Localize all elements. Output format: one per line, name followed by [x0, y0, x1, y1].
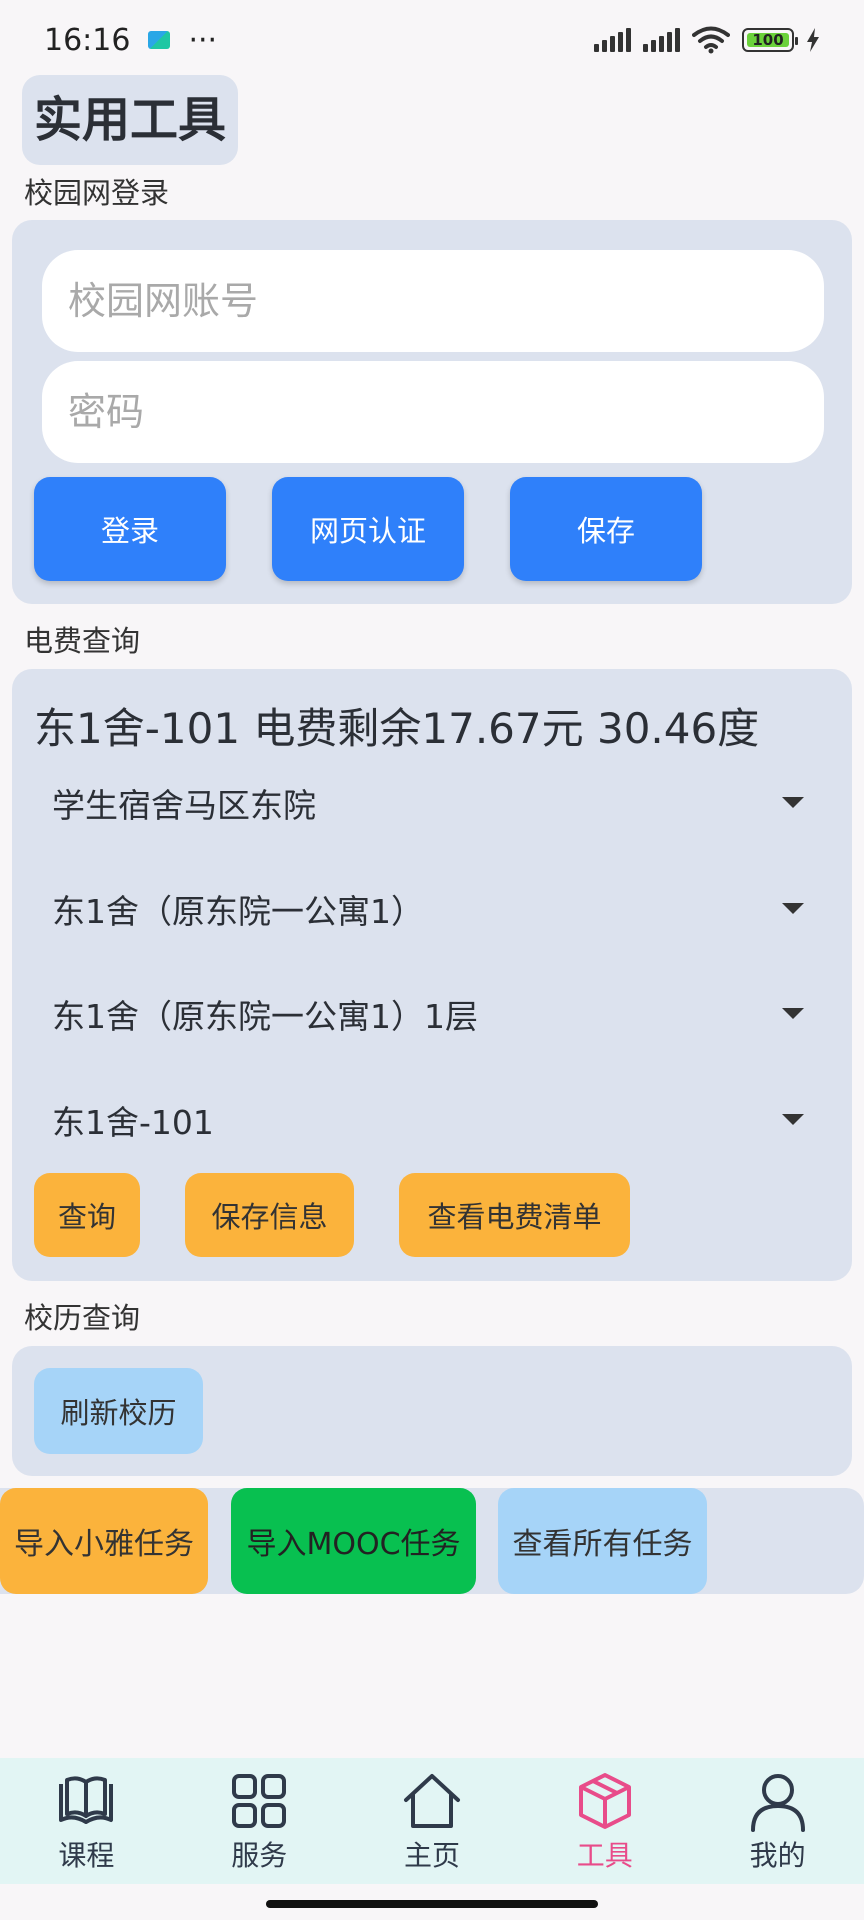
signal-icon: [594, 28, 631, 52]
floor-select[interactable]: 东1舍（原东院一公寓1）1层: [52, 984, 812, 1044]
room-value: 东1舍-101: [52, 1103, 214, 1142]
view-all-tasks-button[interactable]: 查看所有任务: [498, 1488, 707, 1594]
chevron-down-icon: [782, 903, 804, 914]
app-notification-icon: [148, 31, 171, 49]
cube-icon: [578, 1773, 631, 1829]
nav-label-tools: 工具: [576, 1839, 633, 1872]
web-auth-button[interactable]: 网页认证: [272, 477, 464, 581]
chevron-down-icon: [782, 1114, 804, 1125]
grid-icon: [232, 1774, 287, 1828]
book-icon: [59, 1776, 114, 1824]
room-select[interactable]: 东1舍-101: [52, 1090, 812, 1150]
status-more-icon: ···: [188, 22, 218, 58]
nav-label-courses: 课程: [58, 1839, 115, 1872]
person-icon: [750, 1774, 805, 1832]
campus-login-card: 登录 网页认证 保存: [12, 220, 852, 604]
campus-account-input[interactable]: [42, 250, 824, 352]
home-icon: [403, 1774, 460, 1828]
status-time: 16:16: [44, 22, 131, 58]
status-bar: 16:16 ··· 100: [0, 0, 864, 80]
campus-login-section-label: 校园网登录: [24, 176, 170, 210]
nav-label-home: 主页: [403, 1839, 460, 1872]
task-actions-bar: 导入小雅任务 导入MOOC任务 查看所有任务: [0, 1488, 864, 1594]
building-select[interactable]: 东1舍（原东院一公寓1）: [52, 879, 812, 939]
battery-level: 100: [752, 31, 784, 49]
save-info-button[interactable]: 保存信息: [185, 1173, 354, 1257]
calendar-card: 刷新校历: [12, 1346, 852, 1476]
electricity-section-label: 电费查询: [24, 624, 141, 658]
import-mooc-tasks-button[interactable]: 导入MOOC任务: [231, 1488, 476, 1594]
chevron-down-icon: [782, 1008, 804, 1019]
refresh-calendar-button[interactable]: 刷新校历: [34, 1368, 203, 1454]
login-button[interactable]: 登录: [34, 477, 226, 581]
view-bill-button[interactable]: 查看电费清单: [399, 1173, 630, 1257]
nav-item-services[interactable]: 服务: [173, 1758, 346, 1884]
home-indicator[interactable]: [266, 1900, 598, 1908]
nav-item-home[interactable]: 主页: [346, 1758, 519, 1884]
query-button[interactable]: 查询: [34, 1173, 140, 1257]
electricity-card: 东1舍-101 电费剩余17.67元 30.46度 学生宿舍马区东院 东1舍（原…: [12, 669, 852, 1281]
nav-item-courses[interactable]: 课程: [0, 1758, 173, 1884]
campus-area-value: 学生宿舍马区东院: [52, 786, 316, 825]
nav-item-me[interactable]: 我的: [691, 1758, 864, 1884]
save-login-button[interactable]: 保存: [510, 477, 702, 581]
bottom-nav: 课程 服务 主页 工具 我的: [0, 1758, 864, 1884]
charging-icon: [807, 28, 819, 52]
nav-label-services: 服务: [231, 1839, 288, 1872]
calendar-section-label: 校历查询: [24, 1301, 141, 1335]
signal-icon-2: [643, 28, 680, 52]
electricity-status-text: 东1舍-101 电费剩余17.67元 30.46度: [34, 704, 760, 753]
battery-icon: 100: [742, 28, 798, 52]
wifi-icon: [692, 26, 730, 54]
campus-password-input[interactable]: [42, 361, 824, 463]
building-value: 东1舍（原东院一公寓1）: [52, 892, 424, 931]
floor-value: 东1舍（原东院一公寓1）1层: [52, 997, 478, 1036]
import-xiaoya-tasks-button[interactable]: 导入小雅任务: [0, 1488, 208, 1594]
page-title: 实用工具: [22, 75, 239, 165]
campus-area-select[interactable]: 学生宿舍马区东院: [52, 773, 812, 833]
nav-item-tools[interactable]: 工具: [518, 1758, 691, 1884]
nav-label-me: 我的: [749, 1839, 806, 1872]
chevron-down-icon: [782, 797, 804, 808]
